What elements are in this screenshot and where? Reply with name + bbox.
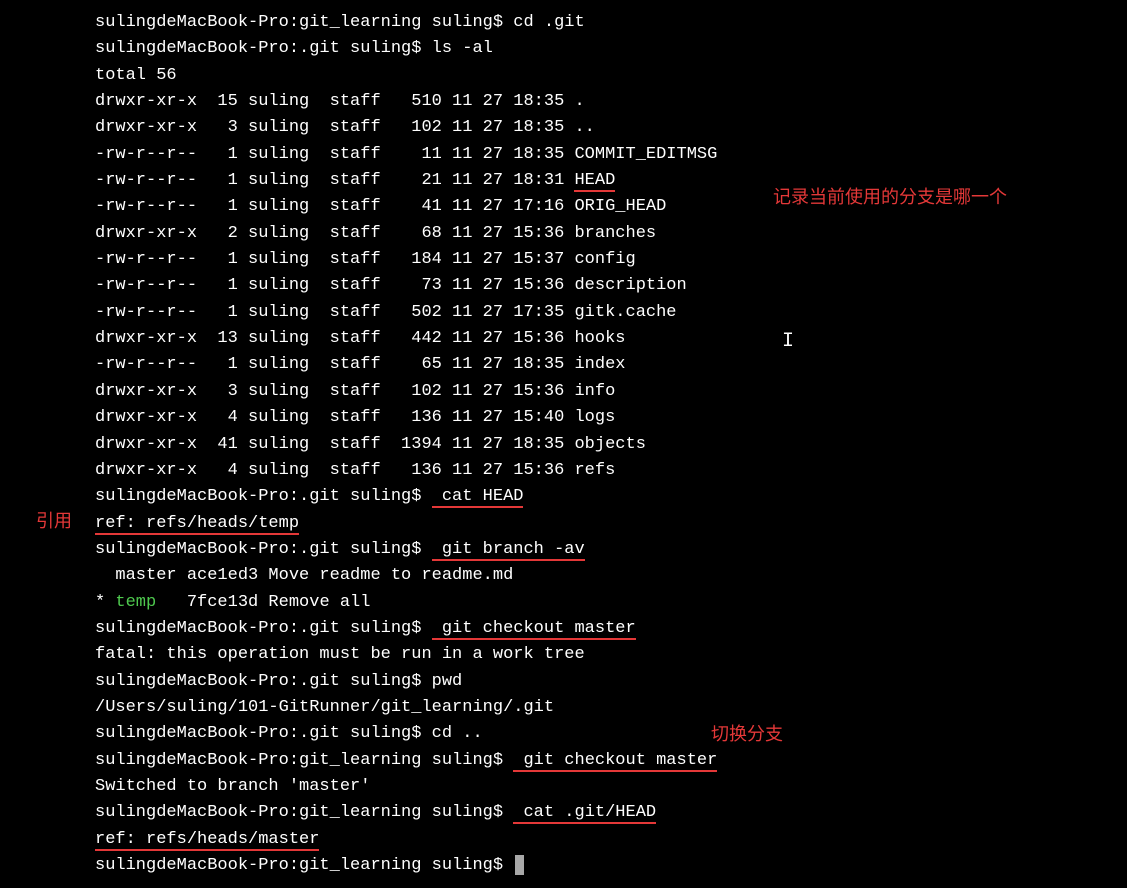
ls-row: -rw-r--r-- 1 suling staff 65 11 27 18:35… — [95, 352, 1127, 378]
terminal-cursor — [515, 855, 524, 875]
command: cd .git — [503, 13, 585, 32]
head-file: HEAD — [574, 171, 615, 192]
prompt: sulingdeMacBook-Pro:.git suling$ — [95, 619, 421, 638]
prompt: sulingdeMacBook-Pro:.git suling$ — [95, 487, 421, 506]
command-cat-git-head: cat .git/HEAD — [513, 803, 656, 824]
ls-row: -rw-r--r-- 1 suling staff 184 11 27 15:3… — [95, 247, 1127, 273]
command-git-branch: git branch -av — [432, 540, 585, 561]
prompt-line: sulingdeMacBook-Pro:.git suling$ git bra… — [95, 537, 1127, 563]
pwd-output: /Users/suling/101-GitRunner/git_learning… — [95, 695, 1127, 721]
ls-row: drwxr-xr-x 4 suling staff 136 11 27 15:3… — [95, 458, 1127, 484]
prompt: sulingdeMacBook-Pro:.git suling$ — [95, 540, 421, 559]
ls-row: -rw-r--r-- 1 suling staff 11 11 27 18:35… — [95, 142, 1127, 168]
ls-row: drwxr-xr-x 4 suling staff 136 11 27 15:4… — [95, 405, 1127, 431]
ls-row: -rw-r--r-- 1 suling staff 73 11 27 15:36… — [95, 273, 1127, 299]
prompt-line: sulingdeMacBook-Pro:.git suling$ pwd — [95, 669, 1127, 695]
ls-row: drwxr-xr-x 15 suling staff 510 11 27 18:… — [95, 89, 1127, 115]
switched-output: Switched to branch 'master' — [95, 774, 1127, 800]
prompt: sulingdeMacBook-Pro:.git suling$ — [95, 672, 421, 691]
ls-row: drwxr-xr-x 2 suling staff 68 11 27 15:36… — [95, 221, 1127, 247]
prompt-line: sulingdeMacBook-Pro:.git suling$ git che… — [95, 616, 1127, 642]
prompt-line: sulingdeMacBook-Pro:git_learning suling$… — [95, 10, 1127, 36]
fatal-error: fatal: this operation must be run in a w… — [95, 642, 1127, 668]
ls-row: drwxr-xr-x 3 suling staff 102 11 27 15:3… — [95, 379, 1127, 405]
prompt: sulingdeMacBook-Pro:.git suling$ — [95, 724, 421, 743]
prompt: sulingdeMacBook-Pro:git_learning suling$ — [95, 13, 503, 32]
prompt-line-current[interactable]: sulingdeMacBook-Pro:git_learning suling$ — [95, 853, 1127, 879]
annotation-ref: 引用 — [36, 508, 72, 536]
command-checkout: git checkout master — [432, 619, 636, 640]
prompt: sulingdeMacBook-Pro:git_learning suling$ — [95, 751, 503, 770]
ls-row: drwxr-xr-x 41 suling staff 1394 11 27 18… — [95, 432, 1127, 458]
ref-temp: ref: refs/heads/temp — [95, 511, 1127, 537]
prompt: sulingdeMacBook-Pro:git_learning suling$ — [95, 856, 503, 875]
branch-temp: * temp 7fce13d Remove all — [95, 590, 1127, 616]
ls-row: drwxr-xr-x 3 suling staff 102 11 27 18:3… — [95, 115, 1127, 141]
text-cursor-icon: I — [782, 326, 794, 357]
output-total: total 56 — [95, 63, 1127, 89]
current-branch: temp — [115, 593, 156, 612]
prompt-line: sulingdeMacBook-Pro:git_learning suling$… — [95, 800, 1127, 826]
command-cat-head: cat HEAD — [432, 487, 524, 508]
prompt-line: sulingdeMacBook-Pro:git_learning suling$… — [95, 748, 1127, 774]
branch-master: master ace1ed3 Move readme to readme.md — [95, 563, 1127, 589]
prompt-line: sulingdeMacBook-Pro:.git suling$ ls -al — [95, 36, 1127, 62]
ls-row: -rw-r--r-- 1 suling staff 502 11 27 17:3… — [95, 300, 1127, 326]
ls-row: drwxr-xr-x 13 suling staff 442 11 27 15:… — [95, 326, 1127, 352]
command-checkout: git checkout master — [513, 751, 717, 772]
command: cd .. — [421, 724, 482, 743]
annotation-record-branch: 记录当前使用的分支是哪一个 — [773, 184, 1007, 212]
prompt-line: sulingdeMacBook-Pro:.git suling$ cd .. — [95, 721, 1127, 747]
annotation-switch-branch: 切换分支 — [711, 721, 783, 749]
prompt: sulingdeMacBook-Pro:.git suling$ — [95, 39, 421, 58]
prompt-line: sulingdeMacBook-Pro:.git suling$ cat HEA… — [95, 484, 1127, 510]
command: ls -al — [421, 39, 492, 58]
prompt: sulingdeMacBook-Pro:git_learning suling$ — [95, 803, 503, 822]
command: pwd — [421, 672, 462, 691]
ref-master: ref: refs/heads/master — [95, 827, 1127, 853]
